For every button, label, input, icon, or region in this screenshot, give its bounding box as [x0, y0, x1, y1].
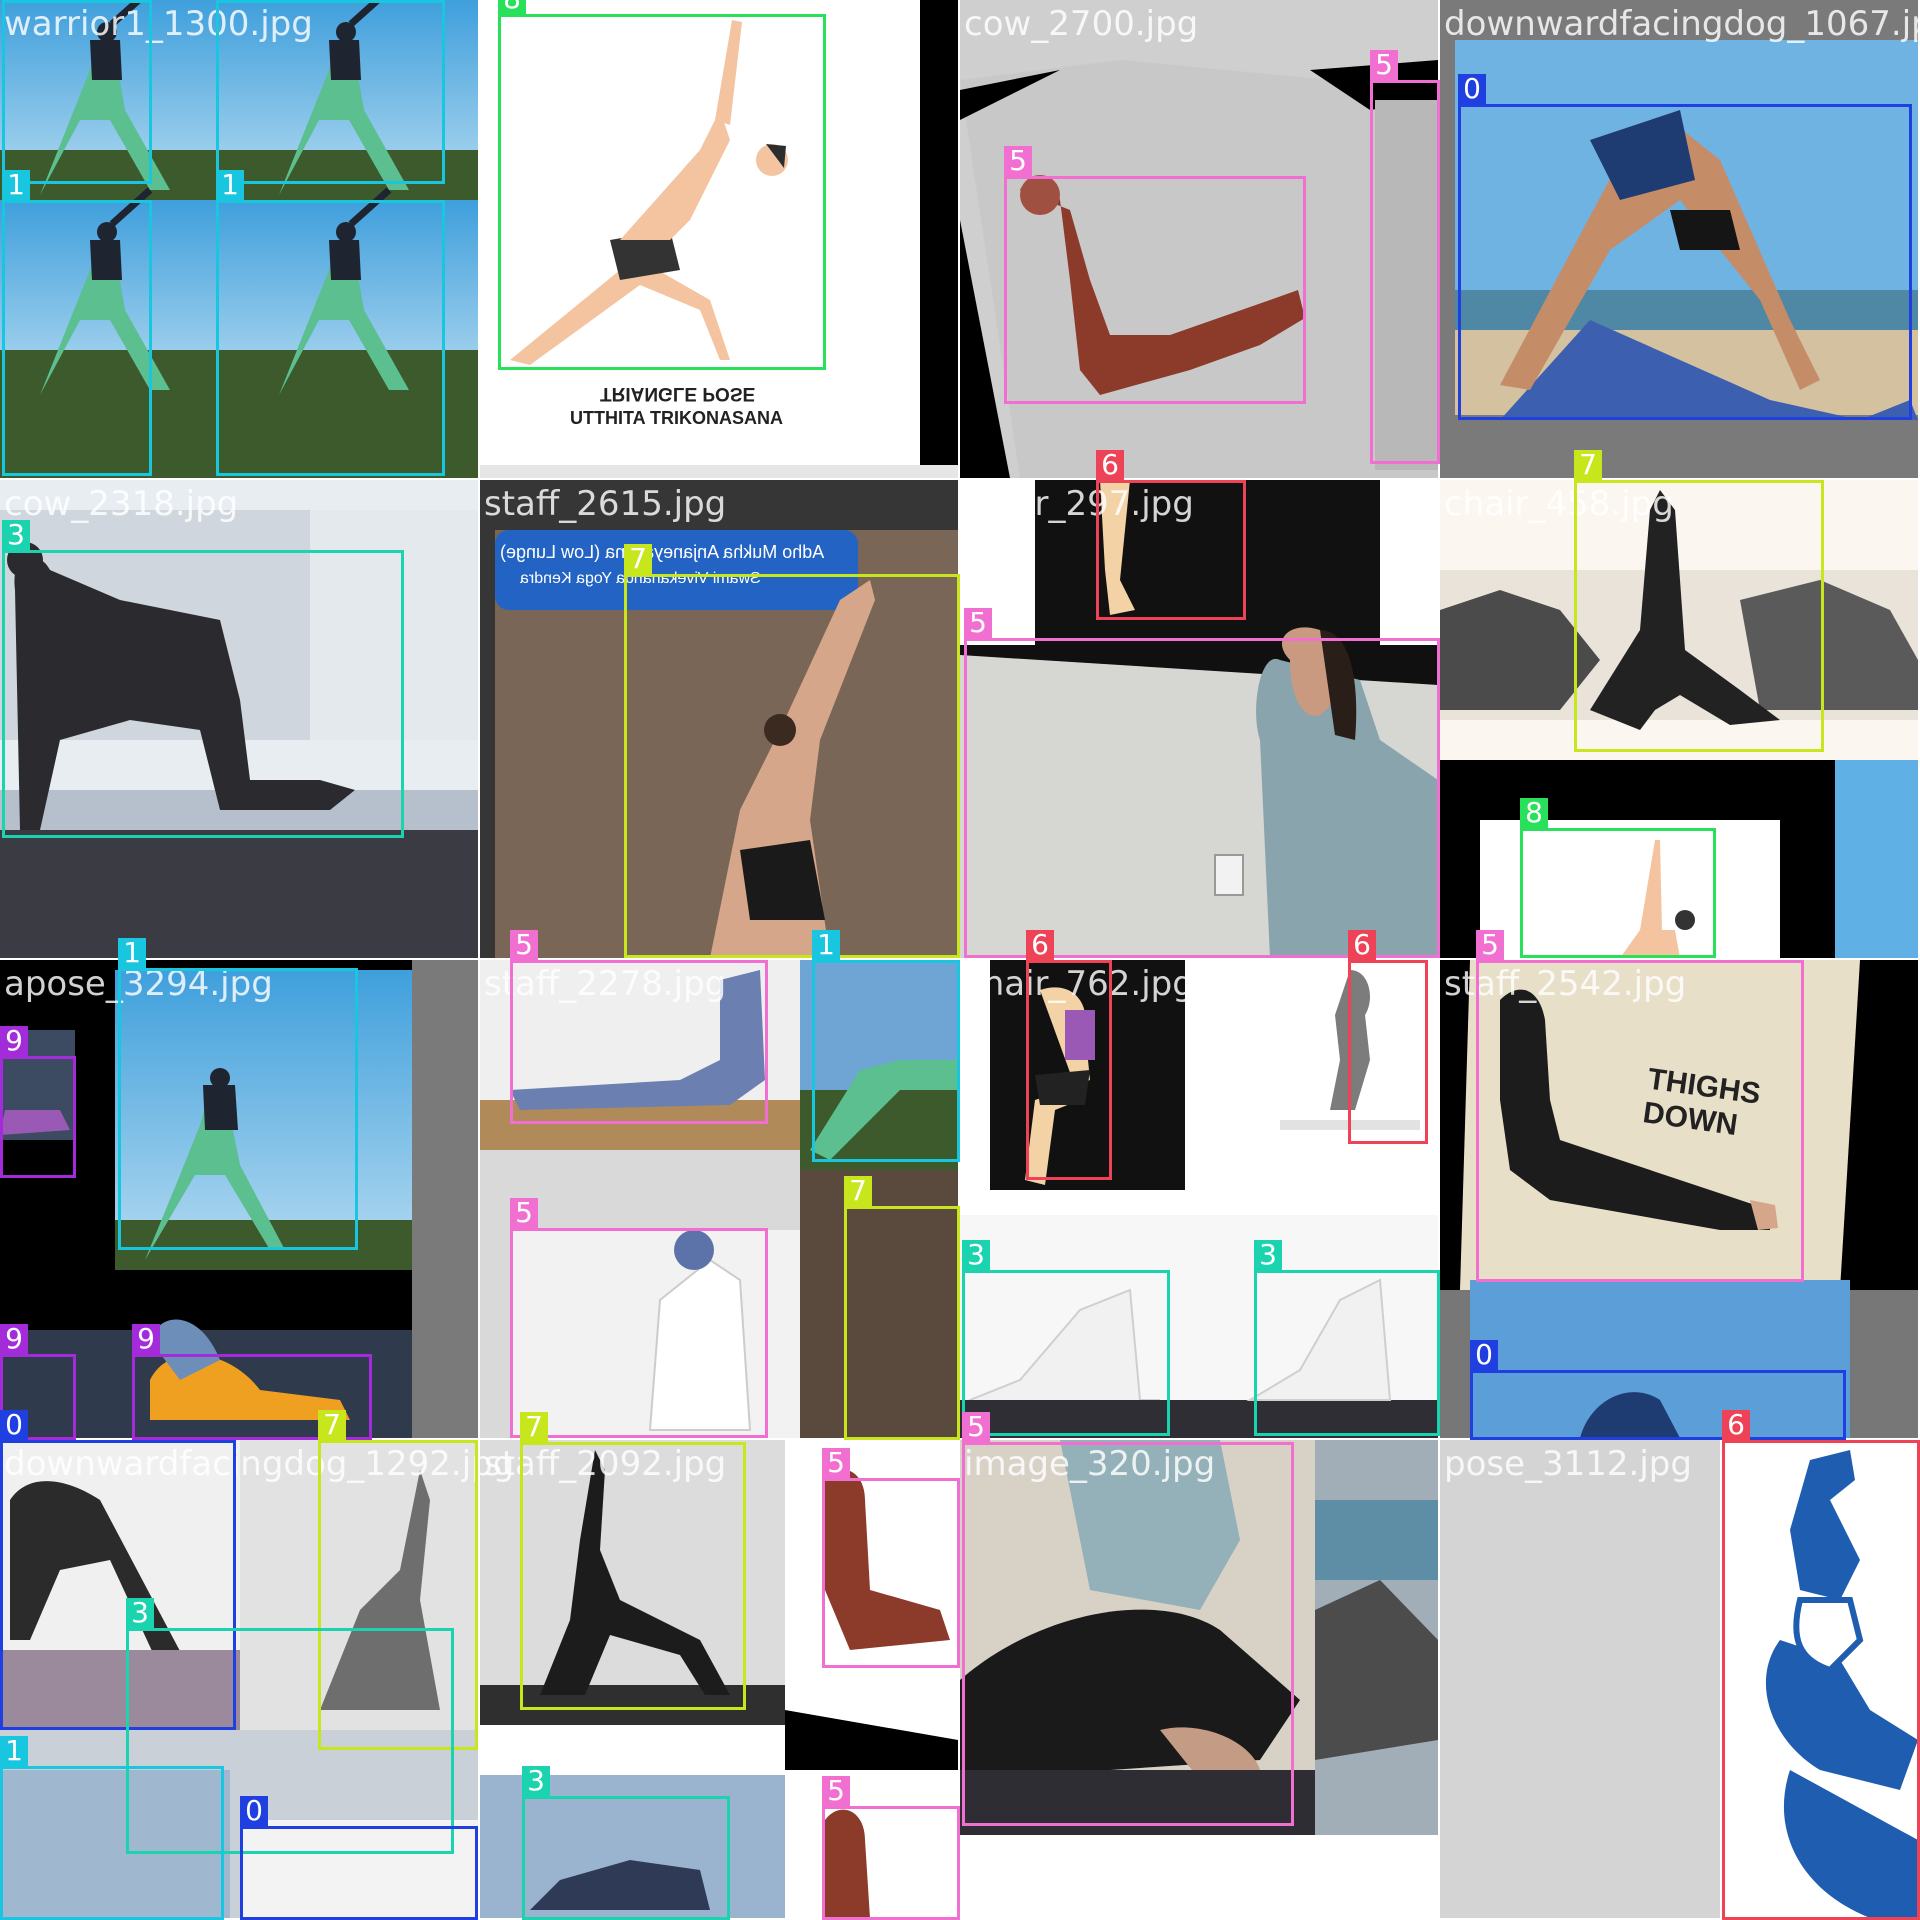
class-label: 5	[1476, 930, 1504, 960]
bbox: 1	[118, 938, 358, 1250]
class-label: 6	[1026, 930, 1054, 960]
class-label: 7	[1574, 450, 1602, 480]
class-label: 6	[1722, 1410, 1750, 1440]
banner-line-1: Adho Mukha Anjaneyasana (Low Lunge)	[500, 542, 825, 562]
bbox: 5	[1370, 50, 1440, 464]
bbox: 5	[1476, 930, 1804, 1282]
class-label: 7	[624, 544, 652, 574]
class-label: 3	[2, 520, 30, 550]
bbox: 5	[964, 608, 1440, 958]
class-label: 5	[510, 930, 538, 960]
class-label: 8	[1520, 798, 1548, 828]
class-label: 6	[1096, 450, 1124, 480]
class-label: 0	[1470, 1340, 1498, 1370]
class-label: 3	[1254, 1240, 1282, 1270]
bbox: 6	[1348, 930, 1428, 1144]
detection-mosaic: TRIANGLE POSE UTTHITA TRIKONASANA Adho M…	[0, 0, 1920, 1920]
bbox: 9	[0, 1026, 76, 1178]
filename-downwardfacingdog-1067: downwardfacingdog_1067.jpg	[1444, 4, 1920, 44]
bbox: 1	[0, 1736, 224, 1920]
bbox: 0	[1458, 74, 1912, 420]
bbox: 5	[822, 1776, 960, 1920]
bbox: 6	[1096, 450, 1246, 620]
class-label: 5	[822, 1448, 850, 1478]
bbox: 8	[498, 0, 826, 370]
bbox: 3	[522, 1766, 730, 1920]
class-label: 7	[318, 1410, 346, 1440]
class-label: 9	[0, 1026, 28, 1056]
class-label: 3	[962, 1240, 990, 1270]
class-label: 5	[964, 608, 992, 638]
bbox: 7	[1574, 450, 1824, 752]
bbox: 1	[216, 0, 445, 184]
class-label: 3	[126, 1598, 154, 1628]
class-label: 5	[962, 1412, 990, 1442]
class-label: 5	[1004, 146, 1032, 176]
class-label: 1	[0, 1736, 28, 1766]
bbox: 6	[1722, 1410, 1920, 1920]
bbox: 1	[2, 0, 152, 184]
bbox: 6	[1026, 930, 1112, 1180]
bbox: 1	[812, 930, 960, 1162]
bbox: 1	[2, 170, 152, 476]
bbox: 5	[510, 1198, 768, 1438]
filename-staff-2615: staff_2615.jpg	[484, 484, 727, 524]
class-label: 1	[2, 170, 30, 200]
class-label: 9	[0, 1324, 28, 1354]
filename-cow-2700: cow_2700.jpg	[964, 4, 1199, 44]
class-label: 1	[216, 170, 244, 200]
filename-cow-2318: cow_2318.jpg	[4, 484, 239, 524]
bbox: 8	[1520, 798, 1716, 958]
class-label: 6	[1348, 930, 1376, 960]
bbox: 0	[1470, 1340, 1846, 1440]
bbox: 3	[962, 1240, 1170, 1436]
class-label: 1	[812, 930, 840, 960]
bbox: 5	[822, 1448, 960, 1668]
class-label: 5	[822, 1776, 850, 1806]
bbox: 5	[962, 1412, 1294, 1826]
bbox: 3	[1254, 1240, 1440, 1436]
class-label: 0	[240, 1796, 268, 1826]
bbox: 3	[2, 520, 404, 838]
class-label: 7	[844, 1176, 872, 1206]
class-label: 5	[510, 1198, 538, 1228]
filename-pose-3112: pose_3112.jpg	[1444, 1444, 1692, 1484]
class-label: 7	[520, 1412, 548, 1442]
bbox: 7	[844, 1176, 960, 1440]
class-label: 8	[498, 0, 526, 14]
bbox: 5	[1004, 146, 1306, 404]
bbox: 0	[240, 1796, 478, 1920]
bbox: 5	[510, 930, 768, 1124]
poster-title-en: TRIANGLE POSE	[600, 383, 756, 404]
bbox: 7	[624, 544, 960, 958]
poster-title-sanskrit: UTTHITA TRIKONASANA	[570, 408, 783, 428]
class-label: 9	[132, 1324, 160, 1354]
bbox: 7	[520, 1412, 746, 1710]
class-label: 1	[118, 938, 146, 968]
class-label: 0	[0, 1410, 28, 1440]
class-label: 3	[522, 1766, 550, 1796]
class-label: 5	[1370, 50, 1398, 80]
class-label: 0	[1458, 74, 1486, 104]
bbox: 1	[216, 170, 445, 476]
